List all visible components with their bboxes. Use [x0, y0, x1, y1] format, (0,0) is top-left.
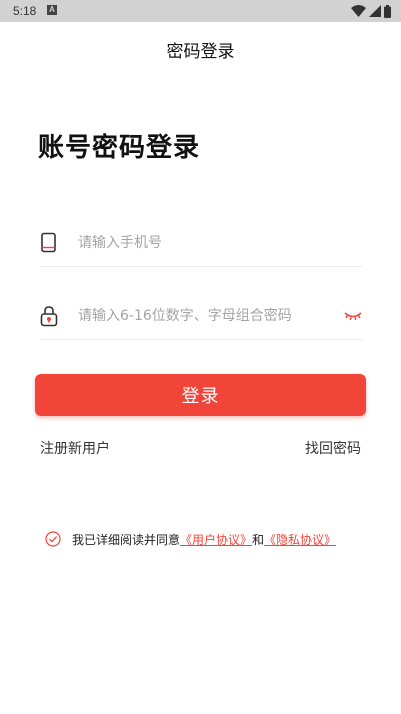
user-agreement-link[interactable]: 《用户协议》	[180, 531, 252, 548]
status-bar: 5:18 A	[0, 0, 401, 22]
forgot-password-link[interactable]: 找回密码	[305, 438, 361, 458]
status-icons	[351, 4, 391, 18]
register-link[interactable]: 注册新用户	[40, 438, 110, 458]
notification-badge-icon: A	[47, 5, 57, 15]
lock-icon	[40, 306, 58, 327]
password-field-row	[40, 305, 362, 340]
signal-icon	[369, 5, 381, 17]
wifi-icon	[351, 5, 366, 17]
battery-icon	[384, 4, 391, 18]
agreement-row: 我已详细阅读并同意 《用户协议》 和 《隐私协议》	[45, 530, 336, 548]
status-time: 5:18	[13, 4, 37, 18]
page-title: 密码登录	[166, 42, 235, 62]
password-input[interactable]	[78, 305, 328, 327]
phone-field-row	[40, 232, 362, 267]
privacy-policy-link[interactable]: 《隐私协议》	[264, 531, 336, 548]
phone-input[interactable]	[78, 232, 328, 254]
agreement-prefix: 我已详细阅读并同意	[72, 532, 181, 547]
agree-checkbox-icon[interactable]	[45, 531, 61, 547]
login-heading: 账号密码登录	[38, 133, 201, 163]
login-screen: 5:18 A 密码登录 账号密码登录 请输入手机号 登录 注册新用户 找回密码 …	[0, 0, 401, 714]
agreement-conjunction: 和	[252, 532, 265, 547]
eye-closed-icon[interactable]	[344, 309, 362, 323]
phone-icon	[41, 232, 56, 253]
login-button[interactable]: 登录	[35, 374, 366, 416]
